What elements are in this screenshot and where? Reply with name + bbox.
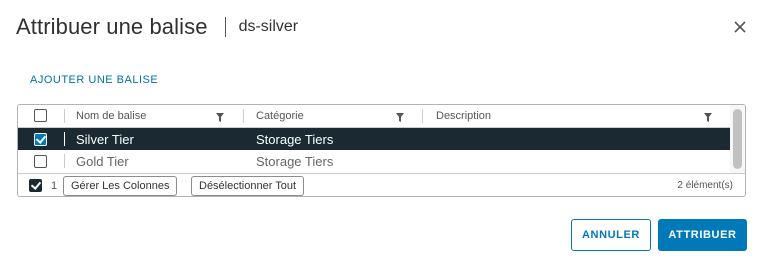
assign-button[interactable]: ATTRIBUER: [658, 219, 747, 251]
table-row[interactable]: Silver Tier Storage Tiers: [18, 128, 730, 150]
column-separator: [422, 109, 423, 123]
grid-footer: 1 Gérer Les Colonnes Désélectionner Tout…: [18, 173, 745, 196]
dialog-title: Attribuer une balise: [16, 14, 208, 39]
dialog-subtitle: ds-silver: [238, 18, 299, 35]
column-header-category[interactable]: Catégorie: [256, 110, 304, 122]
item-count: 2 élément(s): [677, 180, 733, 191]
column-separator: [243, 109, 244, 123]
cell-tag-name: Gold Tier: [76, 154, 129, 169]
filter-icon[interactable]: [216, 113, 224, 122]
column-header-tag-name[interactable]: Nom de balise: [76, 110, 146, 122]
column-separator: [64, 109, 65, 123]
cancel-button[interactable]: ANNULER: [571, 219, 651, 251]
cell-category: Storage Tiers: [256, 132, 334, 147]
grid-header: Nom de balise Catégorie Description: [18, 105, 730, 128]
deselect-all-button[interactable]: Désélectionner Tout: [191, 176, 305, 196]
scroll-thumb[interactable]: [733, 109, 742, 169]
row-checkbox[interactable]: [34, 155, 47, 168]
manage-columns-button[interactable]: Gérer Les Colonnes: [63, 176, 178, 196]
row-checkbox[interactable]: [34, 133, 47, 146]
dialog-header: Attribuer une balise ds-silver: [16, 14, 298, 40]
column-header-description[interactable]: Description: [436, 110, 491, 122]
row-separator: [64, 132, 65, 146]
select-all-checkbox[interactable]: [34, 109, 47, 122]
selection-toggle-checkbox[interactable]: [29, 179, 42, 192]
cell-category: Storage Tiers: [256, 154, 334, 169]
title-divider: [224, 17, 226, 37]
tag-datagrid: Nom de balise Catégorie Description Silv…: [17, 104, 746, 197]
filter-icon[interactable]: [396, 113, 404, 122]
filter-icon[interactable]: [704, 113, 712, 122]
table-row[interactable]: Gold Tier Storage Tiers: [18, 150, 730, 172]
vertical-scrollbar[interactable]: [730, 105, 745, 173]
row-separator: [64, 154, 65, 168]
selected-count: 1: [51, 180, 58, 192]
add-tag-link[interactable]: AJOUTER UNE BALISE: [30, 74, 158, 86]
cell-tag-name: Silver Tier: [76, 132, 134, 147]
close-icon[interactable]: [731, 18, 749, 36]
